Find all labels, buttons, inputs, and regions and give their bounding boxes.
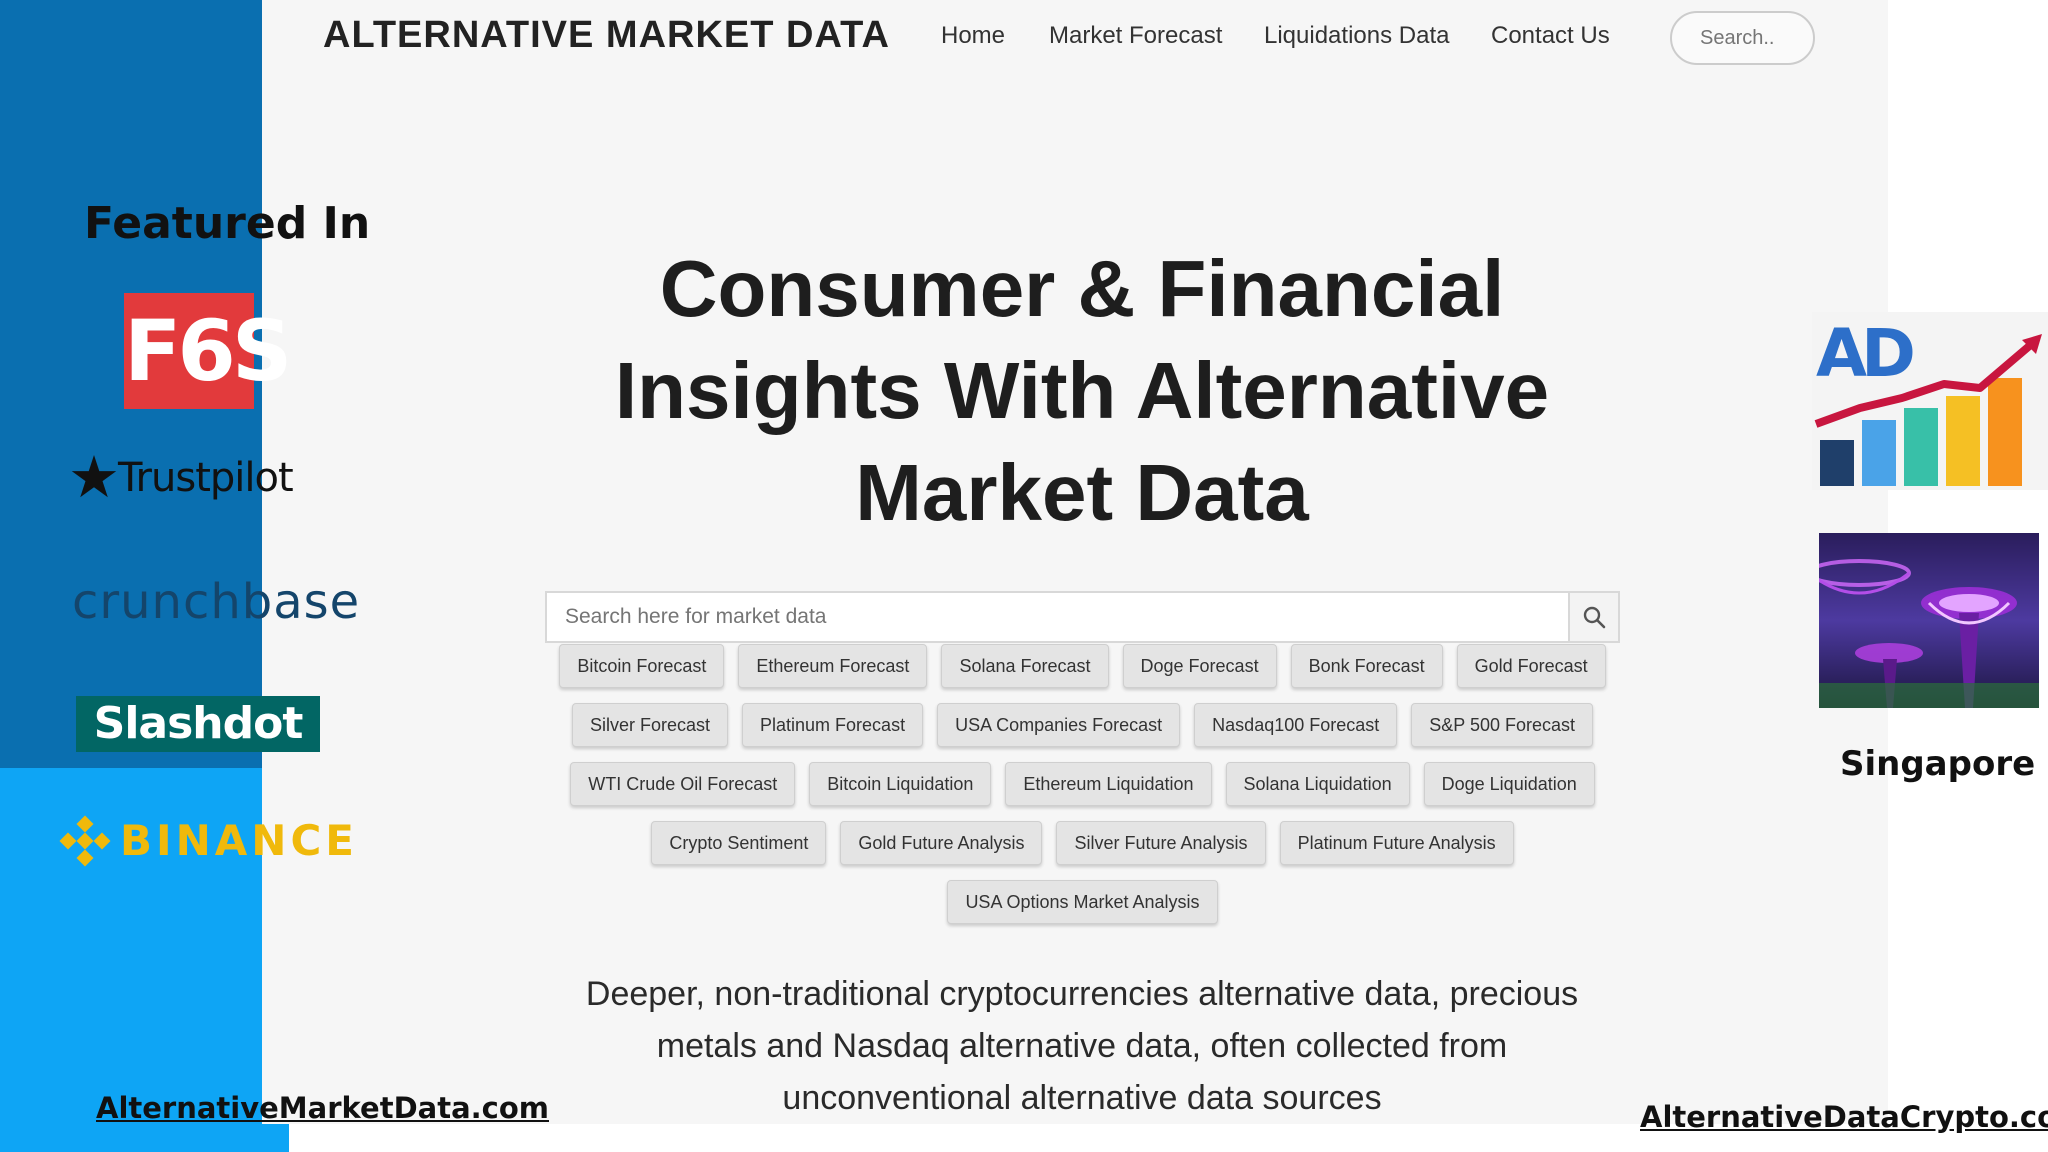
chip-usa-companies-forecast[interactable]: USA Companies Forecast [937,703,1181,747]
chip-bitcoin-forecast[interactable]: Bitcoin Forecast [559,644,725,688]
chip-bitcoin-liquidation[interactable]: Bitcoin Liquidation [809,762,992,806]
chip-wti-crude-oil-forecast[interactable]: WTI Crude Oil Forecast [570,762,796,806]
ad-chart-logo-graphic: AD [1814,315,2042,486]
chip-solana-forecast[interactable]: Solana Forecast [941,644,1109,688]
nav-search-input[interactable] [1670,11,1815,65]
footer-link-alternativedatacrypto[interactable]: AlternativeDataCrypto.com [1640,1100,2048,1134]
site-brand[interactable]: ALTERNATIVE MARKET DATA [323,14,890,57]
star-icon: ★ [68,445,120,510]
website-screenshot [262,0,1888,1124]
chip-ethereum-liquidation[interactable]: Ethereum Liquidation [1005,762,1212,806]
binance-logo-text: BINANCE [120,816,358,865]
nav-contact-us[interactable]: Contact Us [1491,22,1610,50]
chip-sp500-forecast[interactable]: S&P 500 Forecast [1411,703,1594,747]
nav-home[interactable]: Home [941,22,1005,50]
chip-row: Silver Forecast Platinum Forecast USA Co… [545,703,1620,747]
supertree-image [1807,533,2039,708]
chip-crypto-sentiment[interactable]: Crypto Sentiment [651,821,827,865]
market-search-box [545,591,1620,643]
ad-chart-logo: AD [1812,312,2048,490]
chip-gold-forecast[interactable]: Gold Forecast [1456,644,1606,688]
chip-platinum-forecast[interactable]: Platinum Forecast [742,703,924,747]
chip-solana-liquidation[interactable]: Solana Liquidation [1225,762,1410,806]
nav-liquidations-data[interactable]: Liquidations Data [1264,22,1449,50]
slashdot-logo: Slashdot [76,696,320,752]
ad-logo-text: AD [1816,315,1913,392]
market-search-input[interactable] [547,593,1568,641]
chip-bonk-forecast[interactable]: Bonk Forecast [1290,644,1443,688]
binance-diamond-icon [59,815,111,866]
chip-ethereum-forecast[interactable]: Ethereum Forecast [738,644,928,688]
trustpilot-logo: ★ Trustpilot [68,445,294,510]
binance-logo: BINANCE [59,815,358,866]
chip-nasdaq100-forecast[interactable]: Nasdaq100 Forecast [1194,703,1398,747]
footer-link-alternativemarketdata[interactable]: AlternativeMarketData.com [96,1091,549,1125]
market-search-button[interactable] [1568,593,1618,641]
chip-platinum-future-analysis[interactable]: Platinum Future Analysis [1279,821,1514,865]
f6s-logo: F6S [124,293,292,409]
quick-links: Bitcoin Forecast Ethereum Forecast Solan… [545,644,1620,924]
chip-doge-forecast[interactable]: Doge Forecast [1122,644,1277,688]
crunchbase-logo: crunchbase [72,574,361,630]
chip-row: Crypto Sentiment Gold Future Analysis Si… [545,821,1620,865]
chip-silver-future-analysis[interactable]: Silver Future Analysis [1056,821,1266,865]
hero-title: Consumer & Financial Insights With Alter… [614,244,1550,537]
nav-market-forecast[interactable]: Market Forecast [1049,22,1222,50]
chip-row: WTI Crude Oil Forecast Bitcoin Liquidati… [545,762,1620,806]
search-icon [1583,606,1606,629]
featured-in-heading: Featured In [84,198,371,249]
chip-row: Bitcoin Forecast Ethereum Forecast Solan… [545,644,1620,688]
chip-usa-options-market-analysis[interactable]: USA Options Market Analysis [947,880,1218,924]
chip-gold-future-analysis[interactable]: Gold Future Analysis [840,821,1043,865]
chip-row: USA Options Market Analysis [545,880,1620,924]
hero-subtitle: Deeper, non-traditional cryptocurrencies… [585,975,1579,1117]
photo-caption: Singapore [1840,744,2036,784]
trustpilot-logo-text: Trustpilot [118,455,294,501]
chip-silver-forecast[interactable]: Silver Forecast [571,703,729,747]
singapore-photo [1807,533,2039,708]
chip-doge-liquidation[interactable]: Doge Liquidation [1423,762,1595,806]
